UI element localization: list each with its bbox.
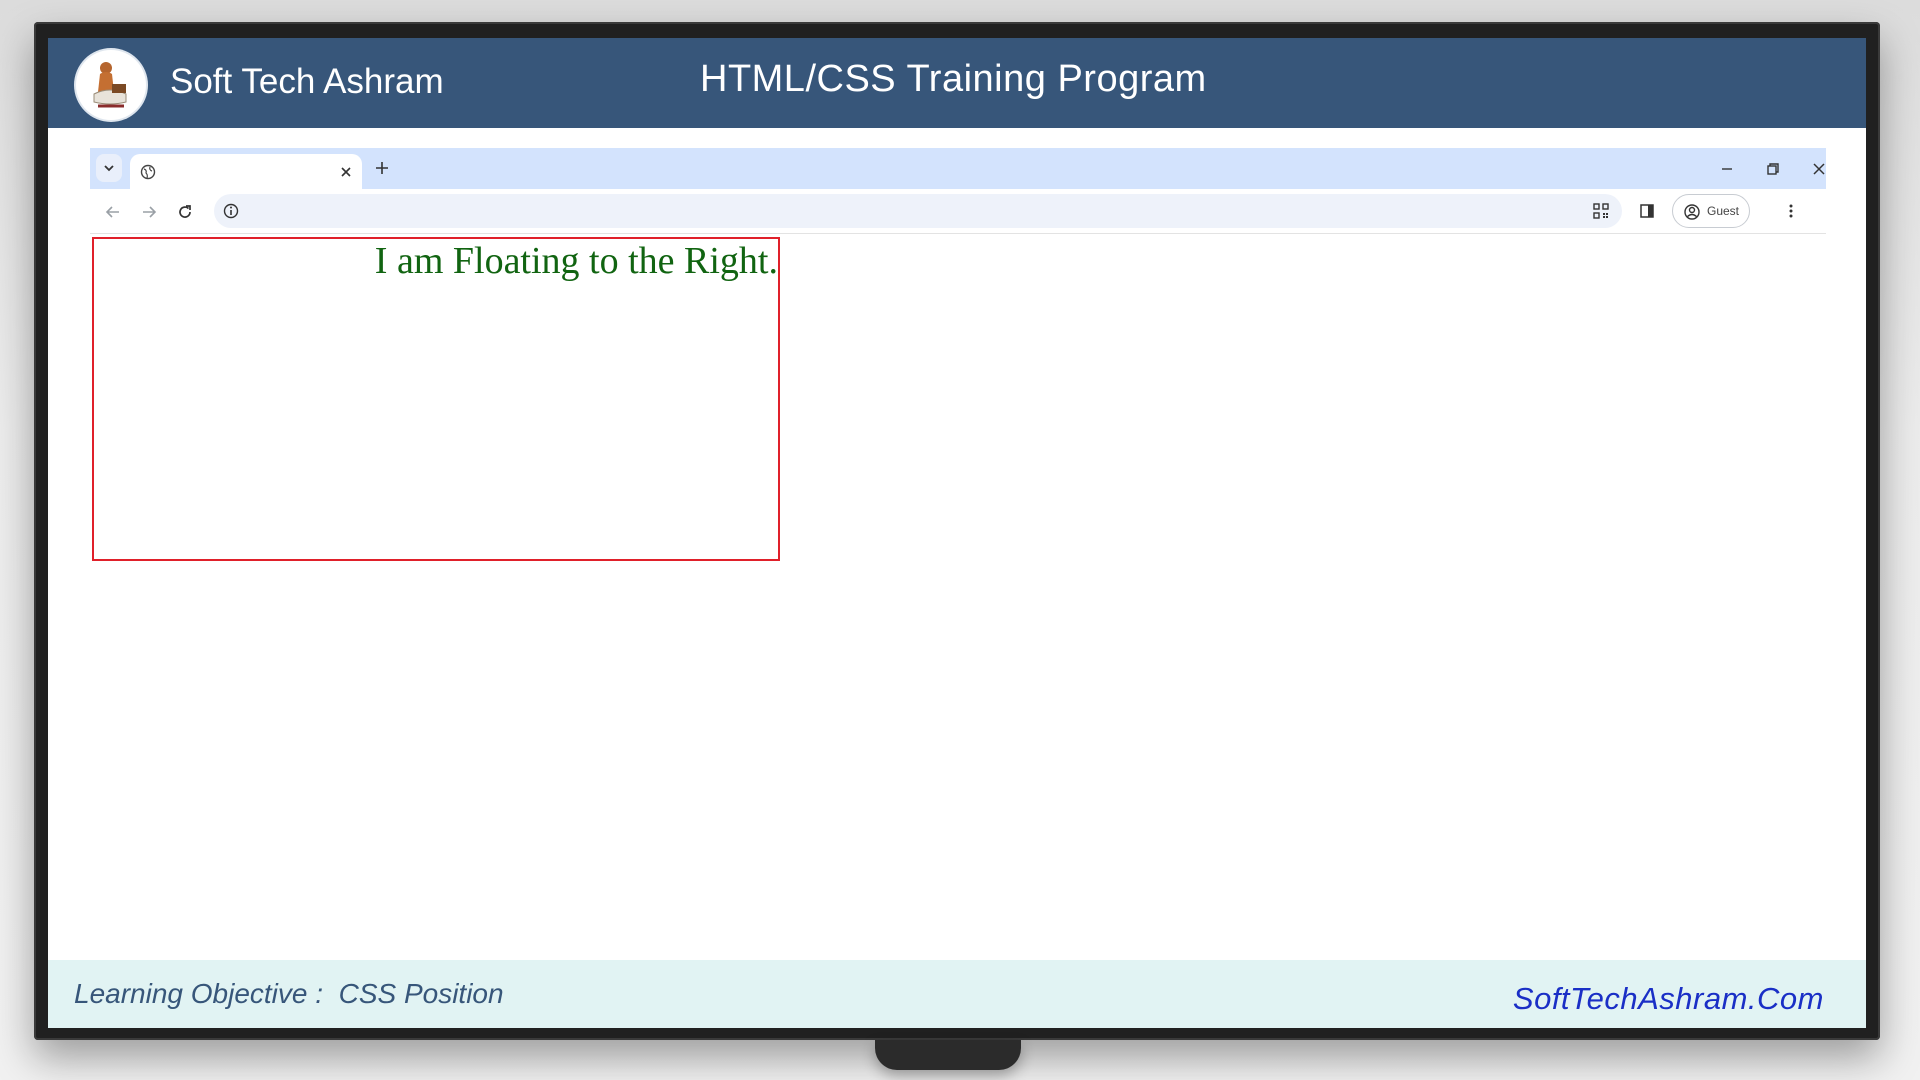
- chevron-down-icon: [104, 165, 114, 172]
- window-close-icon[interactable]: [1810, 160, 1828, 178]
- profile-label: Guest: [1707, 204, 1740, 218]
- plus-icon[interactable]: [374, 160, 390, 176]
- tab-strip: [90, 148, 1826, 189]
- minimize-icon[interactable]: [1718, 160, 1736, 178]
- floated-text: I am Floating to the Right.: [374, 240, 778, 282]
- site-link[interactable]: SoftTechAshram.Com: [1513, 981, 1824, 1017]
- brand-name: Soft Tech Ashram: [170, 62, 444, 101]
- screen: Soft Tech Ashram HTML/CSS Training Progr…: [48, 38, 1866, 1028]
- browser-window: Guest I am Floating to the Right.: [90, 148, 1826, 888]
- qr-code-icon[interactable]: [1592, 202, 1610, 220]
- info-icon[interactable]: [222, 202, 240, 220]
- page-viewport: I am Floating to the Right.: [90, 235, 1826, 888]
- globe-icon: [140, 164, 156, 180]
- profile-button[interactable]: Guest: [1672, 194, 1750, 228]
- header-banner: Soft Tech Ashram HTML/CSS Training Progr…: [48, 38, 1866, 128]
- address-bar[interactable]: [214, 194, 1622, 228]
- program-title: HTML/CSS Training Program: [700, 58, 1207, 100]
- close-icon[interactable]: [338, 164, 354, 180]
- footer-bar: Learning Objective : CSS Position SoftTe…: [48, 960, 1866, 1028]
- browser-tab[interactable]: [130, 154, 362, 189]
- container-box: I am Floating to the Right.: [92, 237, 780, 561]
- browser-toolbar: Guest: [90, 189, 1826, 234]
- logo-icon: [76, 50, 146, 120]
- side-panel-icon[interactable]: [1638, 202, 1656, 220]
- learning-objective: Learning Objective : CSS Position: [74, 978, 504, 1009]
- profile-icon: [1684, 204, 1700, 220]
- reload-icon[interactable]: [176, 203, 194, 221]
- kebab-menu-icon[interactable]: [1782, 202, 1800, 220]
- arrow-left-icon[interactable]: [104, 203, 122, 221]
- monitor-stand: [875, 1040, 1021, 1070]
- restore-icon[interactable]: [1764, 160, 1782, 178]
- arrow-right-icon[interactable]: [140, 203, 158, 221]
- tab-search-button[interactable]: [96, 154, 122, 182]
